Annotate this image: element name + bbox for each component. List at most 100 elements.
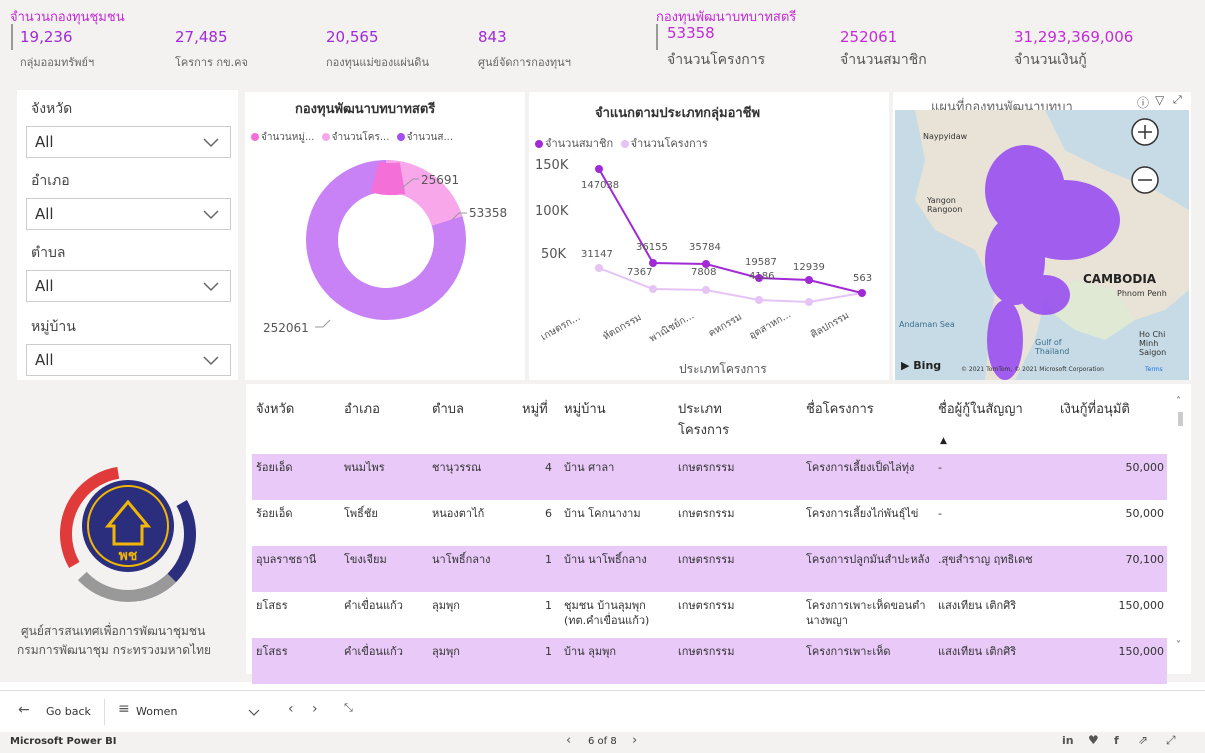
fullscreen-icon[interactable]: ⤢ (1166, 733, 1176, 748)
report-canvas: จำนวนกองทุนชุมชน 19,236 กลุ่มออมทรัพย์ฯ … (0, 0, 1205, 684)
scroll-down-icon[interactable]: ˅ (1176, 640, 1181, 651)
table-cell: 50,000 (1125, 507, 1165, 520)
chevron-down-icon (203, 138, 219, 148)
data-point (755, 296, 763, 304)
data-point (595, 165, 603, 173)
map-canvas[interactable]: Naypyidaw Yangon Rangoon CAMBODIA Phnom … (895, 110, 1189, 380)
info-icon[interactable]: ⓘ (1137, 94, 1149, 111)
data-label: 35784 (689, 242, 721, 253)
bookmark-nav-bar: ← Go back ≡ Women ‹ › ⤡ (0, 690, 1205, 732)
table-cell: นาโพธิ์กลาง (432, 553, 491, 566)
kpi-label: กลุ่มออมทรัพย์ฯ (20, 56, 95, 69)
data-point (649, 285, 657, 293)
table-cell: 1 (545, 553, 552, 566)
data-label: 7808 (691, 267, 717, 278)
table-cell: คำเขื่อนแก้ว (344, 645, 403, 658)
column-header[interactable]: จังหวัด (256, 398, 294, 419)
facebook-icon[interactable]: f (1114, 734, 1119, 747)
column-header[interactable]: ตำบล (432, 398, 464, 419)
table-cell: แสงเทียน เติกศิริ (938, 645, 1017, 658)
map-terms-link[interactable]: Terms (1145, 366, 1163, 373)
table-row[interactable]: อุบลราชธานี โขงเจียม นาโพธิ์กลาง 1 บ้าน นาโพ… (252, 546, 1167, 592)
table-cell: พนมไพร (344, 461, 385, 474)
next-page-button[interactable]: › (632, 733, 637, 748)
kpi-left-title: จำนวนกองทุนชุมชน (10, 10, 125, 25)
table-cell: โครงการเพาะเห็ดขอนตำนางพญา (806, 599, 926, 627)
column-header[interactable]: หมู่บ้าน (564, 398, 606, 419)
scroll-up-icon[interactable]: ˄ (1176, 396, 1181, 407)
y-tick: 150K (535, 158, 569, 173)
expand-icon[interactable]: ⤢ (1173, 93, 1182, 107)
previous-page-button[interactable]: ‹ (566, 733, 571, 748)
leader-line (315, 319, 331, 328)
collapse-icon[interactable]: ⤡ (344, 701, 353, 715)
sort-ascending-icon[interactable]: ▲ (940, 436, 947, 446)
loan-table[interactable]: จังหวัด อำเภอ ตำบล หมู่ที่ หมู่บ้าน ประเ… (246, 384, 1191, 684)
table-cell: บ้าน นาโพธิ์กลาง (564, 553, 647, 566)
table-cell: เกษตรกรรม (678, 599, 735, 612)
previous-bookmark-button[interactable]: ‹ (288, 701, 294, 717)
table-cell: 150,000 (1118, 645, 1165, 658)
data-label: 19587 (745, 257, 777, 268)
kpi-value: 19,236 (20, 28, 73, 46)
data-point (702, 286, 710, 294)
filter-icon[interactable]: ▽ (1155, 93, 1164, 107)
chevron-down-icon (203, 356, 219, 366)
map-place: CAMBODIA (1083, 272, 1157, 286)
column-header[interactable]: ชื่อโครงการ (806, 398, 874, 419)
column-header[interactable]: ชื่อผู้กู้ในสัญญา (938, 398, 1023, 419)
map-place: Ho Chi Minh Saigon (1139, 330, 1167, 357)
table-cell: โขงเจียม (344, 553, 387, 566)
province-dropdown[interactable]: All (26, 126, 231, 158)
org-logo: พช (59, 466, 196, 602)
donut-chart-panel[interactable]: กองทุนพัฒนาบทบาทสตรี จำนวนหมู่... จำนวนโ… (245, 92, 525, 380)
column-header[interactable]: เงินกู้ที่อนุมัติ (1060, 398, 1130, 419)
donut-slice-villages (370, 161, 406, 196)
slicer-title-subdistrict: ตำบล (31, 245, 66, 261)
back-arrow-icon[interactable]: ← (18, 702, 30, 718)
table-cell: อุบลราชธานี (256, 553, 317, 566)
table-cell: ร้อยเอ็ด (256, 507, 293, 520)
dropdown-value: All (35, 205, 54, 223)
go-back-button[interactable]: Go back (46, 705, 91, 718)
line-chart-panel[interactable]: จำแนกตามประเภทกลุ่มอาชีพ จำนวนสมาชิก จำน… (529, 92, 889, 380)
linkedin-icon[interactable]: in (1062, 734, 1074, 747)
table-cell: 1 (545, 645, 552, 658)
scrollbar-thumb[interactable] (1178, 412, 1183, 426)
bookmark-select[interactable]: Women (136, 705, 177, 718)
column-header[interactable]: อำเภอ (344, 398, 380, 419)
table-cell: 6 (545, 507, 552, 520)
share-icon[interactable]: ⇗ (1138, 733, 1148, 747)
kpi-label: จำนวนเงินกู้ (1014, 52, 1087, 68)
table-cell: 50,000 (1125, 461, 1165, 474)
table-row[interactable]: ร้อยเอ็ด พนมไพร ชานุวรรณ 4 บ้าน ศาลา เกษตรกรร… (252, 454, 1167, 500)
next-bookmark-button[interactable]: › (312, 701, 318, 717)
donut-label: 53358 (469, 206, 508, 220)
kpi-value: 27,485 (175, 28, 228, 46)
village-dropdown[interactable]: All (26, 344, 231, 376)
slicer-title-province: จังหวัด (31, 101, 73, 117)
subdistrict-dropdown[interactable]: All (26, 270, 231, 302)
data-label: 563 (853, 273, 873, 284)
table-row[interactable]: ยโสธร คำเขื่อนแก้ว ลุมพุก 1 ชุมชน บ้านลุมพุก… (252, 592, 1167, 638)
kpi-value: 53358 (667, 24, 715, 42)
chevron-down-icon[interactable] (248, 706, 260, 718)
kpi-value: 31,293,369,006 (1014, 28, 1134, 46)
data-label: 7367 (627, 267, 653, 278)
district-dropdown[interactable]: All (26, 198, 231, 230)
y-tick: 50K (541, 247, 567, 262)
kpi-label: จำนวนโครงการ (667, 52, 766, 68)
chevron-down-icon (203, 210, 219, 220)
table-cell: คำเขื่อนแก้ว (344, 599, 403, 612)
twitter-icon[interactable]: ♥ (1088, 733, 1099, 747)
org-name-line2: กรมการพัฒนาชุม กระทรวงมหาดไทย (17, 643, 212, 657)
column-header[interactable]: หมู่ที่ (522, 398, 548, 419)
column-header[interactable]: ประเภท โครงการ (678, 398, 758, 440)
dropdown-value: All (35, 277, 54, 295)
brand-name: Microsoft Power BI (10, 736, 117, 747)
table-row[interactable]: ร้อยเอ็ด โพธิ์ชัย หนองตาไก้ 6 บ้าน โคกนางาม เ… (252, 500, 1167, 546)
table-row[interactable]: ยโสธร คำเขื่อนแก้ว ลุมพุก 1 บ้าน ลุมพุก เกษตร… (252, 638, 1167, 684)
data-point (595, 264, 603, 272)
table-cell: 1 (545, 599, 552, 612)
logo-panel: พช ศูนย์สารสนเทศเพื่อการพัฒนาชุมชน กรมกา… (17, 384, 238, 674)
